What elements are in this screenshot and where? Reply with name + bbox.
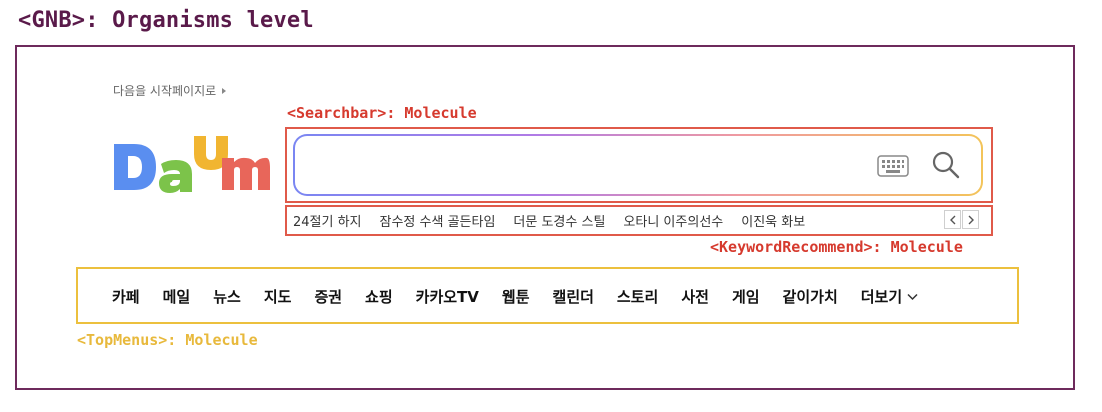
keyboard-icon[interactable] [877,155,909,177]
more-menu-button[interactable]: 더보기 [861,286,918,307]
keyword-item[interactable]: 더문 도경수 스틸 [513,211,605,230]
top-menu-item-calendar[interactable]: 캘린더 [553,286,594,307]
keyword-list: 24절기 하지 잠수정 수색 골든타임 더문 도경수 스틸 오타니 이주의선수 … [293,211,823,230]
logo-letter-a [159,160,192,193]
top-menu-item-map[interactable]: 지도 [264,286,292,307]
keyword-item[interactable]: 잠수정 수색 골든타임 [380,211,496,230]
search-input[interactable] [309,146,869,184]
keyword-item[interactable]: 24절기 하지 [293,211,362,230]
search-icon[interactable] [931,150,961,180]
top-menu-item-shopping[interactable]: 쇼핑 [365,286,393,307]
arrow-right-icon [222,87,227,94]
top-menu-item-mail[interactable]: 메일 [163,286,191,307]
logo-letter-d [114,144,156,190]
keyword-prev-button[interactable] [944,210,961,229]
keyword-recommend-annotation: <KeywordRecommend>: Molecule [710,238,963,256]
more-menu-label: 더보기 [860,288,903,306]
top-menu-list: 카페 메일 뉴스 지도 증권 쇼핑 카카오TV 웹툰 캘린더 스토리 사전 게임… [112,286,918,307]
search-box-inner [295,136,981,194]
start-page-link[interactable]: 다음을 시작페이지로 [113,82,227,99]
keyword-item[interactable]: 이진욱 화보 [741,211,805,230]
top-menu-item-stock[interactable]: 증권 [314,286,342,307]
top-menu-item-webtoon[interactable]: 웹툰 [502,286,530,307]
keyword-item[interactable]: 오타니 이주의선수 [623,211,723,230]
daum-logo [114,136,270,193]
top-menu-item-news[interactable]: 뉴스 [213,286,241,307]
chevron-down-icon [907,293,918,300]
chevron-right-icon [968,215,974,224]
top-menu-item-cafe[interactable]: 카페 [112,286,140,307]
top-menu-item-together[interactable]: 같이가치 [783,286,838,307]
start-page-label: 다음을 시작페이지로 [113,84,217,98]
topmenus-annotation: <TopMenus>: Molecule [77,331,258,349]
logo-letter-m [222,157,270,190]
searchbar-annotation: <Searchbar>: Molecule [287,104,477,122]
search-box [293,134,983,196]
top-menu-item-dictionary[interactable]: 사전 [681,286,709,307]
top-menu-item-game[interactable]: 게임 [732,286,760,307]
page-heading: <GNB>: Organisms level [18,8,314,33]
top-menu-item-story[interactable]: 스토리 [617,286,658,307]
chevron-left-icon [949,215,955,224]
keyword-next-button[interactable] [962,210,979,229]
top-menu-item-kakaotv[interactable]: 카카오TV [416,286,479,307]
